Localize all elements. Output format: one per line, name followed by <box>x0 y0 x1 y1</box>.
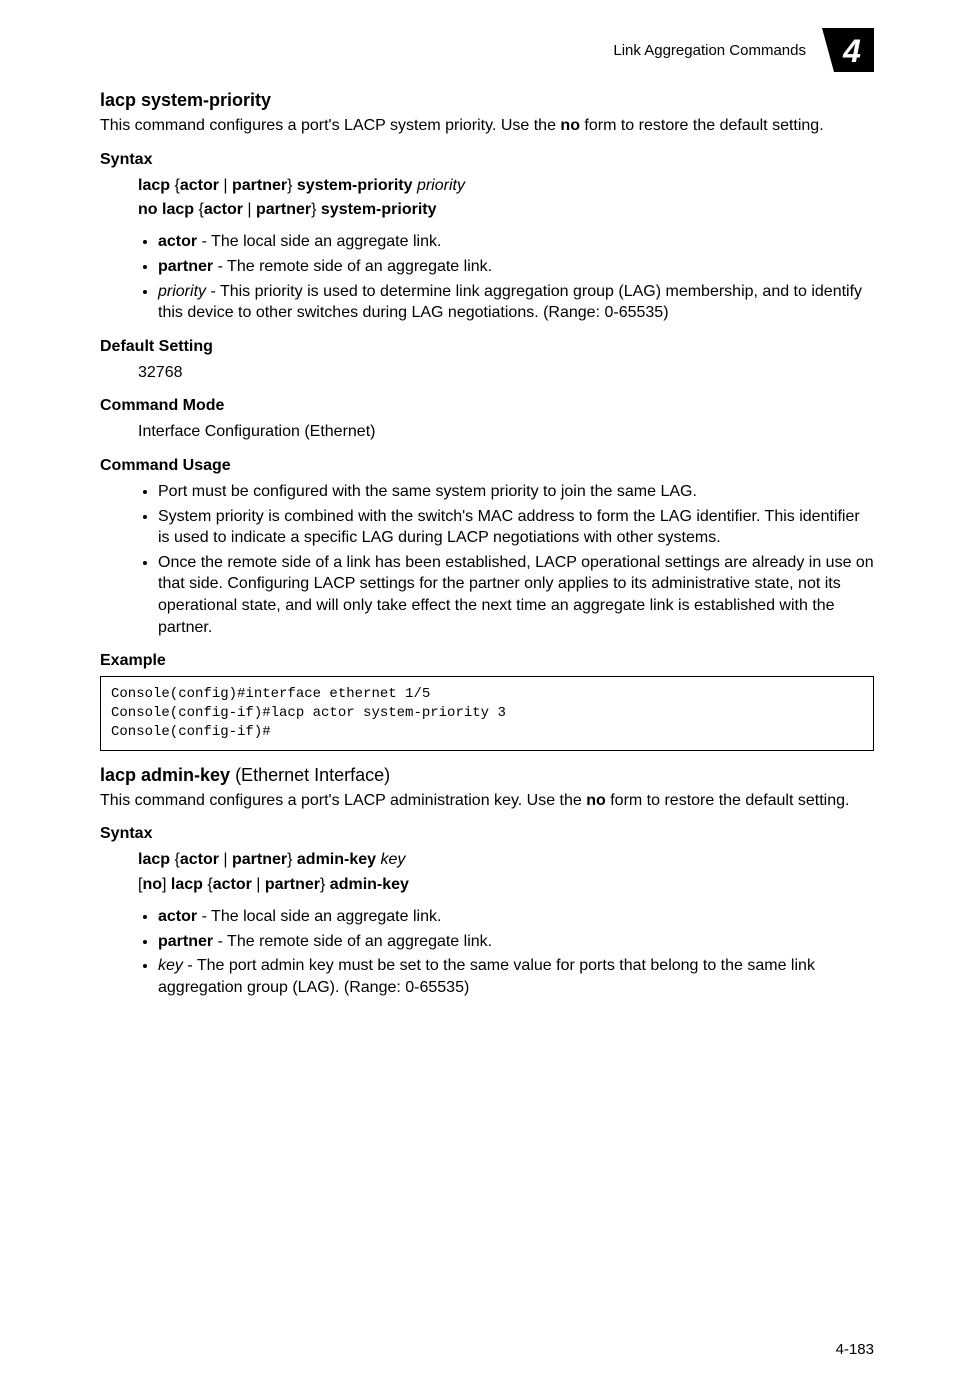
brace: } <box>311 201 321 218</box>
kw: lacp <box>138 851 170 868</box>
section2-title-rest: (Ethernet Interface) <box>230 765 390 785</box>
pipe: | <box>252 876 265 893</box>
mode-heading: Command Mode <box>100 397 874 415</box>
syntax-line-1b: lacp {actor | partner} admin-key key <box>138 849 874 871</box>
pipe: | <box>219 177 232 194</box>
param-desc: - This priority is used to determine lin… <box>158 283 862 322</box>
param: key <box>381 851 406 868</box>
kw: lacp <box>171 876 203 893</box>
list-item: priority - This priority is used to dete… <box>158 281 874 324</box>
syntax-line-2: no lacp {actor | partner} system-priorit… <box>138 199 874 221</box>
param-desc: - The remote side of an aggregate link. <box>213 933 492 950</box>
list-item: Port must be configured with the same sy… <box>158 481 874 503</box>
section2-title-bold: lacp admin-key <box>100 765 230 785</box>
syntax-param-list-2: actor - The local side an aggregate link… <box>138 906 874 998</box>
intro-text-after: form to restore the default setting. <box>606 792 850 809</box>
kw: actor <box>180 851 219 868</box>
intro-text: This command configures a port's LACP ad… <box>100 792 586 809</box>
param-label: partner <box>158 933 213 950</box>
brace: } <box>287 177 297 194</box>
kw: no lacp <box>138 201 194 218</box>
kw: partner <box>232 177 287 194</box>
syntax-block: lacp {actor | partner} system-priority p… <box>138 175 874 324</box>
syntax-heading: Syntax <box>100 151 874 169</box>
param-label: priority <box>158 283 206 300</box>
no-keyword: no <box>586 792 606 809</box>
list-item: System priority is combined with the swi… <box>158 506 874 549</box>
chapter-badge: 4 <box>822 28 874 72</box>
syntax-heading-2: Syntax <box>100 825 874 843</box>
kw: partner <box>232 851 287 868</box>
kw: actor <box>213 876 252 893</box>
param-label: key <box>158 957 183 974</box>
syntax-block-2: lacp {actor | partner} admin-key key [no… <box>138 849 874 998</box>
param: priority <box>417 177 465 194</box>
syntax-param-list: actor - The local side an aggregate link… <box>138 231 874 323</box>
page-number: 4-183 <box>836 1341 874 1358</box>
kw: partner <box>256 201 311 218</box>
param-label: actor <box>158 908 197 925</box>
brace: { <box>170 177 180 194</box>
brace: } <box>320 876 330 893</box>
list-item: actor - The local side an aggregate link… <box>158 906 874 928</box>
brace: { <box>170 851 180 868</box>
brace: } <box>287 851 297 868</box>
chapter-badge-icon: 4 <box>822 28 874 72</box>
chapter-number: 4 <box>842 33 861 69</box>
section2-title: lacp admin-key (Ethernet Interface) <box>100 765 874 786</box>
running-header: Link Aggregation Commands 4 <box>100 28 874 72</box>
kw: lacp <box>138 177 170 194</box>
brace: { <box>194 201 204 218</box>
param-desc: - The remote side of an aggregate link. <box>213 258 492 275</box>
example-code: Console(config)#interface ethernet 1/5 C… <box>100 676 874 751</box>
param-desc: - The local side an aggregate link. <box>197 908 441 925</box>
kw: no <box>142 876 162 893</box>
syntax-line-1: lacp {actor | partner} system-priority p… <box>138 175 874 197</box>
usage-heading: Command Usage <box>100 457 874 475</box>
usage-list: Port must be configured with the same sy… <box>100 481 874 638</box>
section2-intro: This command configures a port's LACP ad… <box>100 790 874 812</box>
default-heading: Default Setting <box>100 338 874 356</box>
kw: actor <box>180 177 219 194</box>
param-desc: - The local side an aggregate link. <box>197 233 441 250</box>
kw: partner <box>265 876 320 893</box>
kw: admin-key <box>297 851 376 868</box>
syntax-line-2b: [no] lacp {actor | partner} admin-key <box>138 874 874 896</box>
page: Link Aggregation Commands 4 lacp system-… <box>0 0 954 1388</box>
bracket: ] <box>162 876 171 893</box>
param-label: actor <box>158 233 197 250</box>
default-setting-value: 32768 <box>138 362 874 384</box>
running-title: Link Aggregation Commands <box>613 42 806 59</box>
mode-value: Interface Configuration (Ethernet) <box>138 421 874 443</box>
command-mode-value: Interface Configuration (Ethernet) <box>138 421 874 443</box>
section1-title: lacp system-priority <box>100 90 874 111</box>
example-heading: Example <box>100 652 874 670</box>
list-item: Once the remote side of a link has been … <box>158 552 874 638</box>
intro-text-after: form to restore the default setting. <box>580 117 824 134</box>
list-item: partner - The remote side of an aggregat… <box>158 256 874 278</box>
default-value: 32768 <box>138 362 874 384</box>
brace: { <box>203 876 213 893</box>
pipe: | <box>243 201 256 218</box>
section1-intro: This command configures a port's LACP sy… <box>100 115 874 137</box>
list-item: key - The port admin key must be set to … <box>158 955 874 998</box>
param-label: partner <box>158 258 213 275</box>
param-desc: - The port admin key must be set to the … <box>158 957 815 996</box>
pipe: | <box>219 851 232 868</box>
kw: actor <box>204 201 243 218</box>
kw: admin-key <box>330 876 409 893</box>
kw: system-priority <box>321 201 437 218</box>
list-item: partner - The remote side of an aggregat… <box>158 931 874 953</box>
intro-text: This command configures a port's LACP sy… <box>100 117 560 134</box>
kw: system-priority <box>297 177 413 194</box>
no-keyword: no <box>560 117 580 134</box>
list-item: actor - The local side an aggregate link… <box>158 231 874 253</box>
